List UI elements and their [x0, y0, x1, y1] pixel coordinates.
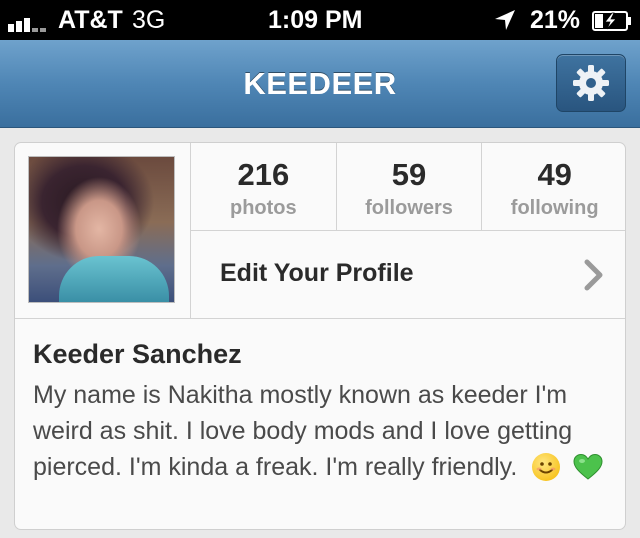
stat-followers[interactable]: 59 followers — [337, 143, 483, 230]
chevron-right-icon — [584, 259, 603, 291]
signal-bars-icon — [8, 10, 52, 32]
stats-row: 216 photos 59 followers 49 following — [190, 143, 625, 231]
stat-label: following — [510, 197, 599, 219]
settings-button[interactable] — [556, 54, 626, 112]
stat-value: 216 — [237, 157, 290, 192]
stat-photos[interactable]: 216 photos — [191, 143, 337, 230]
clock: 1:09 PM — [268, 6, 363, 34]
bio-text-block: My name is Nakitha mostly known as keede… — [33, 377, 618, 485]
bio-section: Keeder Sanchez My name is Nakitha mostly… — [15, 318, 625, 529]
edit-profile-label: Edit Your Profile — [220, 259, 414, 287]
nav-bar: KEEDEER — [0, 40, 640, 128]
location-arrow-icon — [495, 10, 515, 30]
avatar[interactable] — [28, 156, 175, 303]
status-bar: AT&T 3G 1:09 PM 21% — [0, 0, 640, 40]
username-title: KEEDEER — [243, 66, 397, 101]
gear-icon — [573, 65, 609, 101]
battery-percent: 21% — [530, 6, 581, 34]
network-type: 3G — [132, 6, 166, 34]
stat-value: 49 — [537, 157, 572, 192]
stat-label: followers — [365, 197, 453, 219]
stat-label: photos — [230, 197, 297, 219]
battery-charging-icon — [592, 11, 631, 31]
profile-card: 216 photos 59 followers 49 following Edi… — [14, 142, 626, 530]
edit-profile-button[interactable]: Edit Your Profile — [190, 231, 625, 318]
stat-value: 59 — [391, 157, 427, 192]
carrier-label: AT&T — [58, 6, 123, 34]
stat-following[interactable]: 49 following — [482, 143, 625, 230]
smiling-face-emoji — [532, 453, 561, 481]
avatar-clothing — [59, 256, 169, 302]
bio-text: My name is Nakitha mostly known as keede… — [33, 381, 573, 481]
green-heart-emoji — [573, 453, 603, 480]
full-name: Keeder Sanchez — [33, 339, 242, 369]
